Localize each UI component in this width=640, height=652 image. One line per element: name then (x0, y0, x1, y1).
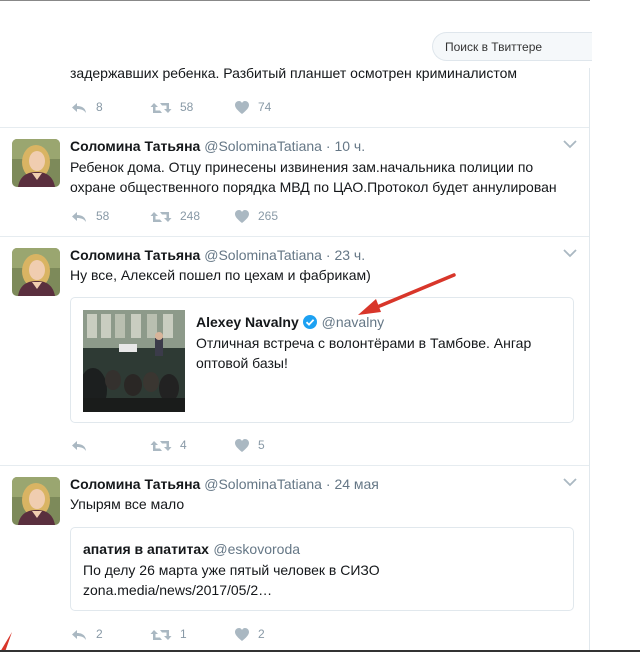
reply-icon (72, 441, 86, 451)
reply-button[interactable]: 58 (70, 208, 109, 224)
tweet-text: Ребенок дома. Отцу принесены извинения з… (70, 159, 557, 195)
heart-icon (235, 439, 249, 452)
user-handle[interactable]: @SolominaTatiana (204, 247, 322, 263)
tweet-actions: 58 248 265 (70, 208, 370, 226)
heart-icon (235, 210, 249, 223)
avatar[interactable] (12, 139, 60, 187)
retweet-button[interactable]: 58 (150, 99, 193, 115)
like-button[interactable]: 5 (234, 437, 265, 453)
tweet-timestamp[interactable]: 24 мая (334, 476, 378, 492)
tweet-timestamp[interactable]: 23 ч. (334, 247, 365, 263)
separator-dot: · (325, 138, 331, 154)
tweet-actions: 2 1 2 (70, 626, 370, 644)
retweet-count: 58 (180, 100, 194, 114)
search-input[interactable]: Поиск в Твиттере (432, 32, 592, 61)
user-fullname[interactable]: Соломина Татьяна (70, 476, 200, 492)
retweet-icon (150, 212, 172, 222)
like-count: 74 (258, 100, 272, 114)
retweet-icon (150, 630, 172, 640)
chevron-down-icon[interactable] (562, 137, 578, 151)
tweet-item[interactable]: Соломина Татьяна @SolominaTatiana · 23 ч… (0, 236, 589, 466)
like-button[interactable]: 265 (234, 208, 278, 224)
reply-button[interactable]: 8 (70, 99, 103, 115)
reply-button[interactable]: 2 (70, 626, 103, 642)
user-photo-icon (12, 248, 60, 296)
tweet-text: Ну все, Алексей пошел по цехам и фабрика… (70, 267, 371, 283)
retweet-icon (150, 441, 172, 451)
tweet-text: Упырям все мало (70, 496, 185, 512)
retweet-icon (150, 103, 172, 113)
red-annotation-arrow-icon (358, 273, 456, 315)
quoted-fullname[interactable]: апатия в апатитах (83, 541, 209, 557)
tweet-text: задержавших ребенка. Разбитый планшет ос… (70, 68, 518, 81)
reply-count: 8 (96, 100, 103, 114)
like-button[interactable]: 74 (234, 99, 271, 115)
tweet-item[interactable]: Соломина Татьяна @SolominaTatiana · 10 ч… (0, 127, 589, 237)
heart-icon (235, 628, 249, 641)
quoted-tweet-photo (83, 310, 185, 412)
red-annotation-arrow-icon (0, 632, 12, 652)
separator-dot: · (325, 476, 331, 492)
chevron-down-icon[interactable] (562, 246, 578, 260)
verified-badge-icon (303, 315, 318, 329)
like-count: 265 (258, 209, 279, 223)
user-fullname[interactable]: Соломина Татьяна (70, 247, 200, 263)
reply-icon (72, 212, 86, 222)
user-handle[interactable]: @SolominaTatiana (204, 138, 322, 154)
user-photo-icon (12, 139, 60, 187)
chevron-down-icon[interactable] (562, 475, 578, 489)
reply-icon (72, 630, 86, 640)
like-count: 5 (258, 438, 265, 452)
avatar[interactable] (12, 477, 60, 525)
reply-icon (72, 103, 86, 113)
tweet-header: Соломина Татьяна @SolominaTatiana · 24 м… (70, 476, 379, 492)
quoted-text: По делу 26 марта уже пятый человек в СИЗ… (83, 562, 380, 578)
user-fullname[interactable]: Соломина Татьяна (70, 138, 200, 154)
quoted-author: апатия в апатитах @eskovoroda (83, 541, 300, 559)
quoted-tweet[interactable]: Alexey Navalny @navalny Отличная встреча… (70, 297, 574, 423)
quoted-text: Отличная встреча с волонтёрами в Тамбове… (196, 335, 532, 371)
heart-icon (235, 101, 249, 114)
retweet-button[interactable]: 248 (150, 208, 200, 224)
retweet-button[interactable]: 4 (150, 437, 187, 453)
tweet-item[interactable]: Соломина Татьяна @SolominaTatiana · 24 м… (0, 465, 589, 652)
reply-count: 58 (96, 209, 110, 223)
tweet-actions: 4 5 (70, 437, 370, 455)
quoted-fullname[interactable]: Alexey Navalny (196, 314, 299, 330)
like-count: 2 (258, 627, 265, 641)
quoted-handle[interactable]: @eskovoroda (213, 541, 300, 557)
tweet-header: Соломина Татьяна @SolominaTatiana · 10 ч… (70, 138, 365, 154)
tweet-header: Соломина Татьяна @SolominaTatiana · 23 ч… (70, 247, 365, 263)
retweet-count: 1 (180, 627, 187, 641)
avatar[interactable] (12, 248, 60, 296)
reply-button[interactable] (70, 437, 96, 453)
tweet-item[interactable]: задержавших ребенка. Разбитый планшет ос… (0, 68, 589, 128)
retweet-count: 248 (180, 209, 201, 223)
tweet-actions: 8 58 74 (70, 99, 370, 117)
user-handle[interactable]: @SolominaTatiana (204, 476, 322, 492)
like-button[interactable]: 2 (234, 626, 265, 642)
reply-count: 2 (96, 627, 103, 641)
separator-dot: · (325, 247, 331, 263)
user-photo-icon (12, 477, 60, 525)
retweet-button[interactable]: 1 (150, 626, 187, 642)
retweet-count: 4 (180, 438, 187, 452)
quoted-tweet[interactable]: апатия в апатитах @eskovoroda По делу 26… (70, 527, 574, 611)
top-navigation-bar: Поиск в Твиттере (0, 0, 592, 69)
tweet-timestamp[interactable]: 10 ч. (334, 138, 365, 154)
tweet-timeline: задержавших ребенка. Разбитый планшет ос… (0, 68, 590, 652)
quoted-link[interactable]: zona.media/news/2017/05/2… (83, 580, 272, 600)
